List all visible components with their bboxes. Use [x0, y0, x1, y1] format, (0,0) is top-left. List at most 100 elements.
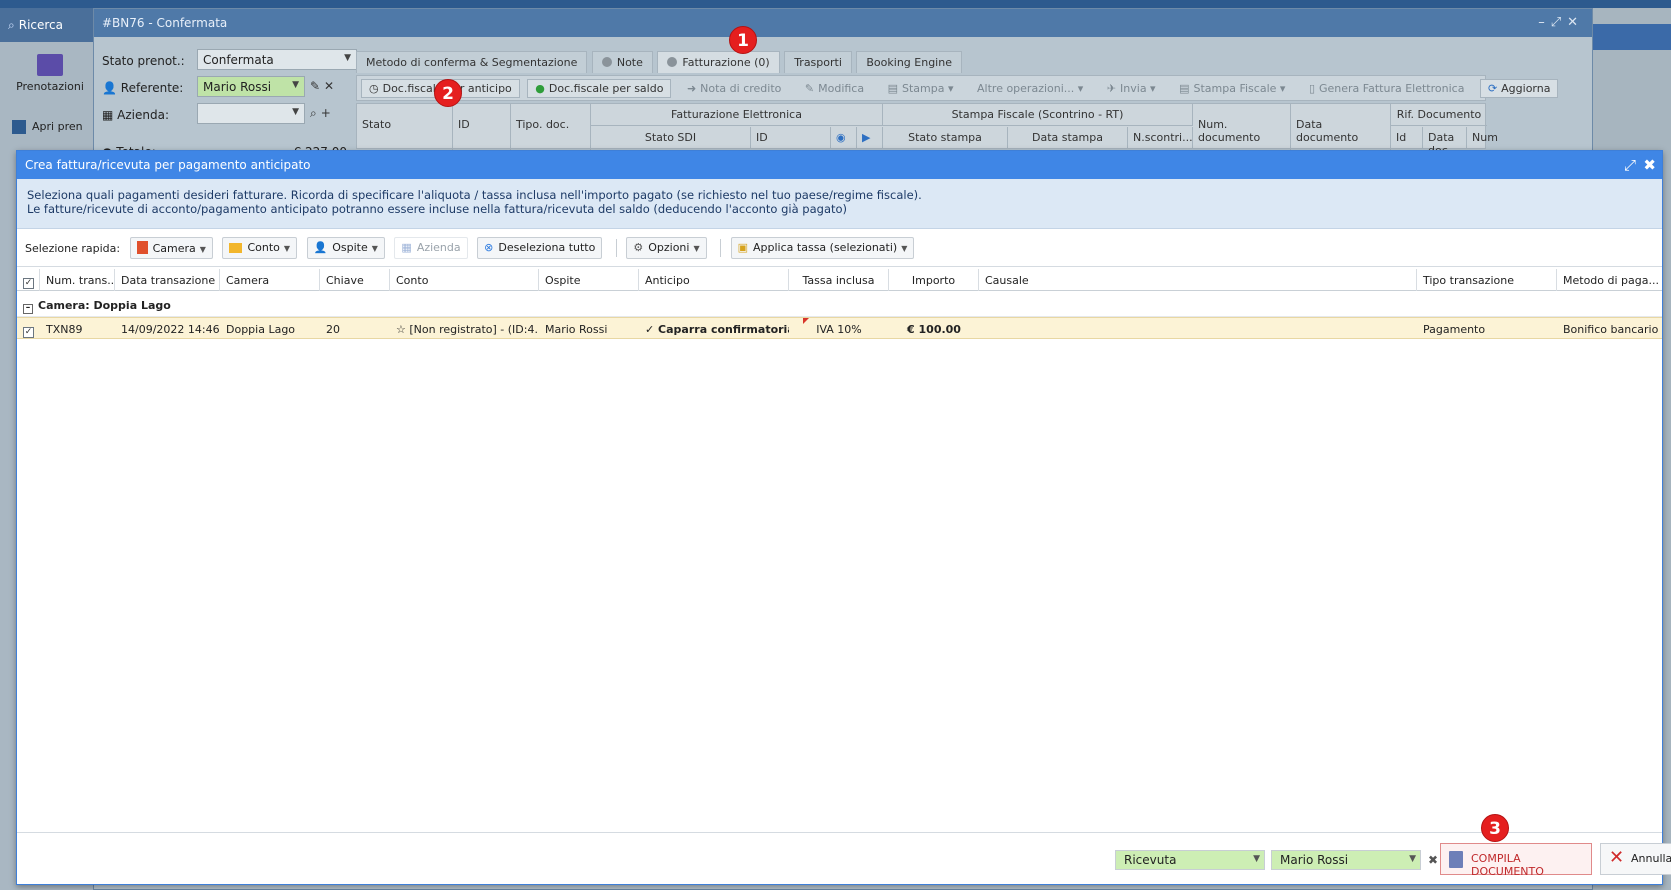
- compila-documento-button[interactable]: COMPILA DOCUMENTO: [1440, 843, 1592, 878]
- billing-grid-header: Stato ID Tipo. doc. Fatturazione Elettro…: [356, 103, 1498, 157]
- quick-azienda-button[interactable]: ▦ Azienda: [394, 237, 468, 259]
- booking-form: Stato prenot.: Confermata ▼ 👤 Referente: …: [102, 47, 357, 128]
- aggiorna-button[interactable]: ⟳ Aggiorna: [1479, 79, 1559, 98]
- stato-row: Stato prenot.: Confermata ▼: [102, 47, 357, 74]
- azienda-row: ▦ Azienda: ▼ ⌕+: [102, 101, 350, 128]
- altre-operazioni-button[interactable]: Altre operazioni... ▾: [969, 79, 1091, 98]
- caret-down-icon: ▼: [283, 244, 291, 253]
- select-all-checkbox[interactable]: ✓: [17, 269, 40, 291]
- maximize-icon[interactable]: ⤢: [1624, 156, 1636, 174]
- azienda-field[interactable]: ▼: [197, 103, 305, 124]
- bookings-icon: [37, 54, 63, 76]
- person-icon: 👤: [102, 81, 121, 95]
- room-icon: [136, 241, 148, 254]
- company-icon: ▦: [102, 108, 118, 122]
- caret-down-icon: ▼: [693, 244, 700, 253]
- document-icon: [1449, 851, 1463, 868]
- refresh-icon: ⟳: [1487, 82, 1498, 95]
- caret-down-icon: ▼: [199, 245, 206, 254]
- status-dot-icon: [667, 57, 678, 67]
- stato-select[interactable]: Confermata ▼: [197, 49, 357, 70]
- annulla-button[interactable]: ✕ Annulla: [1600, 843, 1671, 875]
- table-row[interactable]: ✓ TXN89 14/09/2022 14:46 Doppia Lago 20 …: [17, 317, 1662, 339]
- chevron-down-icon: ▼: [292, 107, 299, 117]
- tab-trasporti[interactable]: Trasporti: [784, 51, 852, 73]
- caret-down-icon: ▼: [371, 244, 378, 253]
- clock-icon: ◷: [369, 82, 379, 95]
- chevron-down-icon: ▼: [1409, 854, 1416, 864]
- printer-icon: ▤: [887, 82, 898, 95]
- quick-ospite-button[interactable]: 👤 Ospite ▼: [306, 237, 385, 259]
- referente-tools[interactable]: ✎✕: [310, 79, 338, 93]
- close-icon[interactable]: ✖: [1643, 156, 1656, 174]
- clear-icon[interactable]: ✖: [1428, 853, 1438, 867]
- gear-icon: ⚙: [633, 241, 644, 254]
- booking-tabs: Metodo di conferma & Segmentazione Note …: [356, 51, 963, 73]
- document-icon: ▯: [1308, 82, 1315, 95]
- window-controls[interactable]: –⤢✕: [1538, 15, 1584, 30]
- search-icon: ⌕: [8, 18, 15, 32]
- search-panel-header[interactable]: ⌕ Ricerca: [0, 8, 96, 42]
- app-top-bar: [0, 0, 1671, 8]
- group-row-camera[interactable]: – Camera: Doppia Lago: [17, 291, 1662, 317]
- stampa-button[interactable]: ▤ Stampa ▾: [880, 79, 962, 98]
- referente-row: 👤 Referente: Mario Rossi ▼ ✎✕: [102, 74, 350, 101]
- checkbox-checked-icon: ✓: [23, 327, 34, 338]
- tax-add-icon: ▣: [737, 241, 749, 254]
- deselect-circle-icon: ⊗: [484, 241, 494, 254]
- stampa-fiscale-button[interactable]: ▤ Stampa Fiscale ▾: [1171, 79, 1293, 98]
- modifica-button[interactable]: ✎ Modifica: [797, 79, 872, 98]
- eye-icon[interactable]: ◉: [831, 127, 857, 149]
- apri-prenotazione-link[interactable]: Apri pren: [12, 120, 83, 134]
- invia-button[interactable]: ✈ Invia ▾: [1099, 79, 1164, 98]
- chevron-down-icon: ▼: [344, 53, 351, 63]
- nota-credito-button[interactable]: ➜ Nota di credito: [679, 79, 789, 98]
- printer-icon: ▤: [1179, 82, 1190, 95]
- tab-note[interactable]: Note: [591, 51, 653, 73]
- collapse-icon[interactable]: –: [23, 304, 33, 314]
- pencil-icon: ✎: [804, 82, 815, 95]
- intestatario-select[interactable]: Mario Rossi ▼ ✖: [1271, 850, 1438, 870]
- quick-selection-toolbar: Selezione rapida: Camera ▼ Conto ▼ 👤 Ospite…: [17, 229, 1662, 267]
- dialog-info-box: Seleziona quali pagamenti desideri fattu…: [17, 179, 1662, 229]
- callout-1: 1: [729, 26, 757, 54]
- check-circle-icon: ●: [535, 82, 545, 95]
- tab-metodo-conferma[interactable]: Metodo di conferma & Segmentazione: [356, 51, 588, 73]
- doc-fiscale-saldo-button[interactable]: ● Doc.fiscale per saldo: [527, 79, 672, 98]
- genera-fattura-elettronica-button[interactable]: ▯ Genera Fattura Elettronica: [1301, 79, 1473, 98]
- person-icon: 👤: [313, 241, 328, 254]
- play-icon[interactable]: ▶: [857, 127, 883, 149]
- chevron-down-icon: ▼: [1253, 854, 1260, 864]
- folder-icon: [229, 243, 243, 253]
- arrow-right-icon: ➜: [686, 82, 697, 95]
- close-icon: ✕: [1609, 847, 1625, 868]
- callout-3: 3: [1481, 814, 1509, 842]
- callout-2: 2: [434, 79, 462, 107]
- quick-conto-button[interactable]: Conto ▼: [222, 237, 298, 259]
- azienda-tools[interactable]: ⌕+: [310, 106, 335, 121]
- tab-booking-engine[interactable]: Booking Engine: [856, 51, 962, 73]
- applica-tassa-button[interactable]: ▣ Applica tassa (selezionati) ▼: [730, 237, 915, 259]
- document-type-select[interactable]: Ricevuta ▼: [1115, 850, 1265, 870]
- tab-fatturazione[interactable]: Fatturazione (0): [657, 51, 780, 73]
- booking-window-title: #BN76 - Confermata –⤢✕: [94, 9, 1592, 37]
- send-icon: ✈: [1106, 82, 1117, 95]
- quick-camera-button[interactable]: Camera ▼: [129, 237, 213, 259]
- opzioni-button[interactable]: ⚙ Opzioni ▼: [626, 237, 707, 259]
- grid-header: ✓ Num. trans... Data transazione Camera …: [17, 269, 1662, 291]
- transactions-grid: ✓ Num. trans... Data transazione Camera …: [17, 269, 1662, 339]
- chevron-down-icon: ▼: [292, 80, 299, 90]
- dialog-footer: Ricevuta ▼ Mario Rossi ▼ ✖ COMPILA DOCUM…: [17, 832, 1671, 884]
- row-checkbox[interactable]: ✓: [17, 318, 40, 340]
- dialog-title-bar: Crea fattura/ricevuta per pagamento anti…: [17, 151, 1662, 179]
- open-arrow-icon: [12, 120, 26, 134]
- status-dot-icon: [601, 57, 612, 67]
- deseleziona-tutto-button[interactable]: ⊗ Deseleziona tutto: [477, 237, 603, 259]
- billing-toolbar: ◷Doc.fiscale per anticipo ●Doc.fiscale p…: [356, 75, 1559, 101]
- referente-field[interactable]: Mario Rossi ▼: [197, 76, 305, 97]
- prenotazioni-button[interactable]: Prenotazioni: [10, 54, 90, 106]
- caret-down-icon: ▼: [901, 244, 908, 253]
- checkbox-checked-icon: ✓: [23, 278, 34, 289]
- company-icon: ▦: [401, 241, 412, 254]
- anticipo-invoice-dialog: Crea fattura/ricevuta per pagamento anti…: [16, 150, 1671, 885]
